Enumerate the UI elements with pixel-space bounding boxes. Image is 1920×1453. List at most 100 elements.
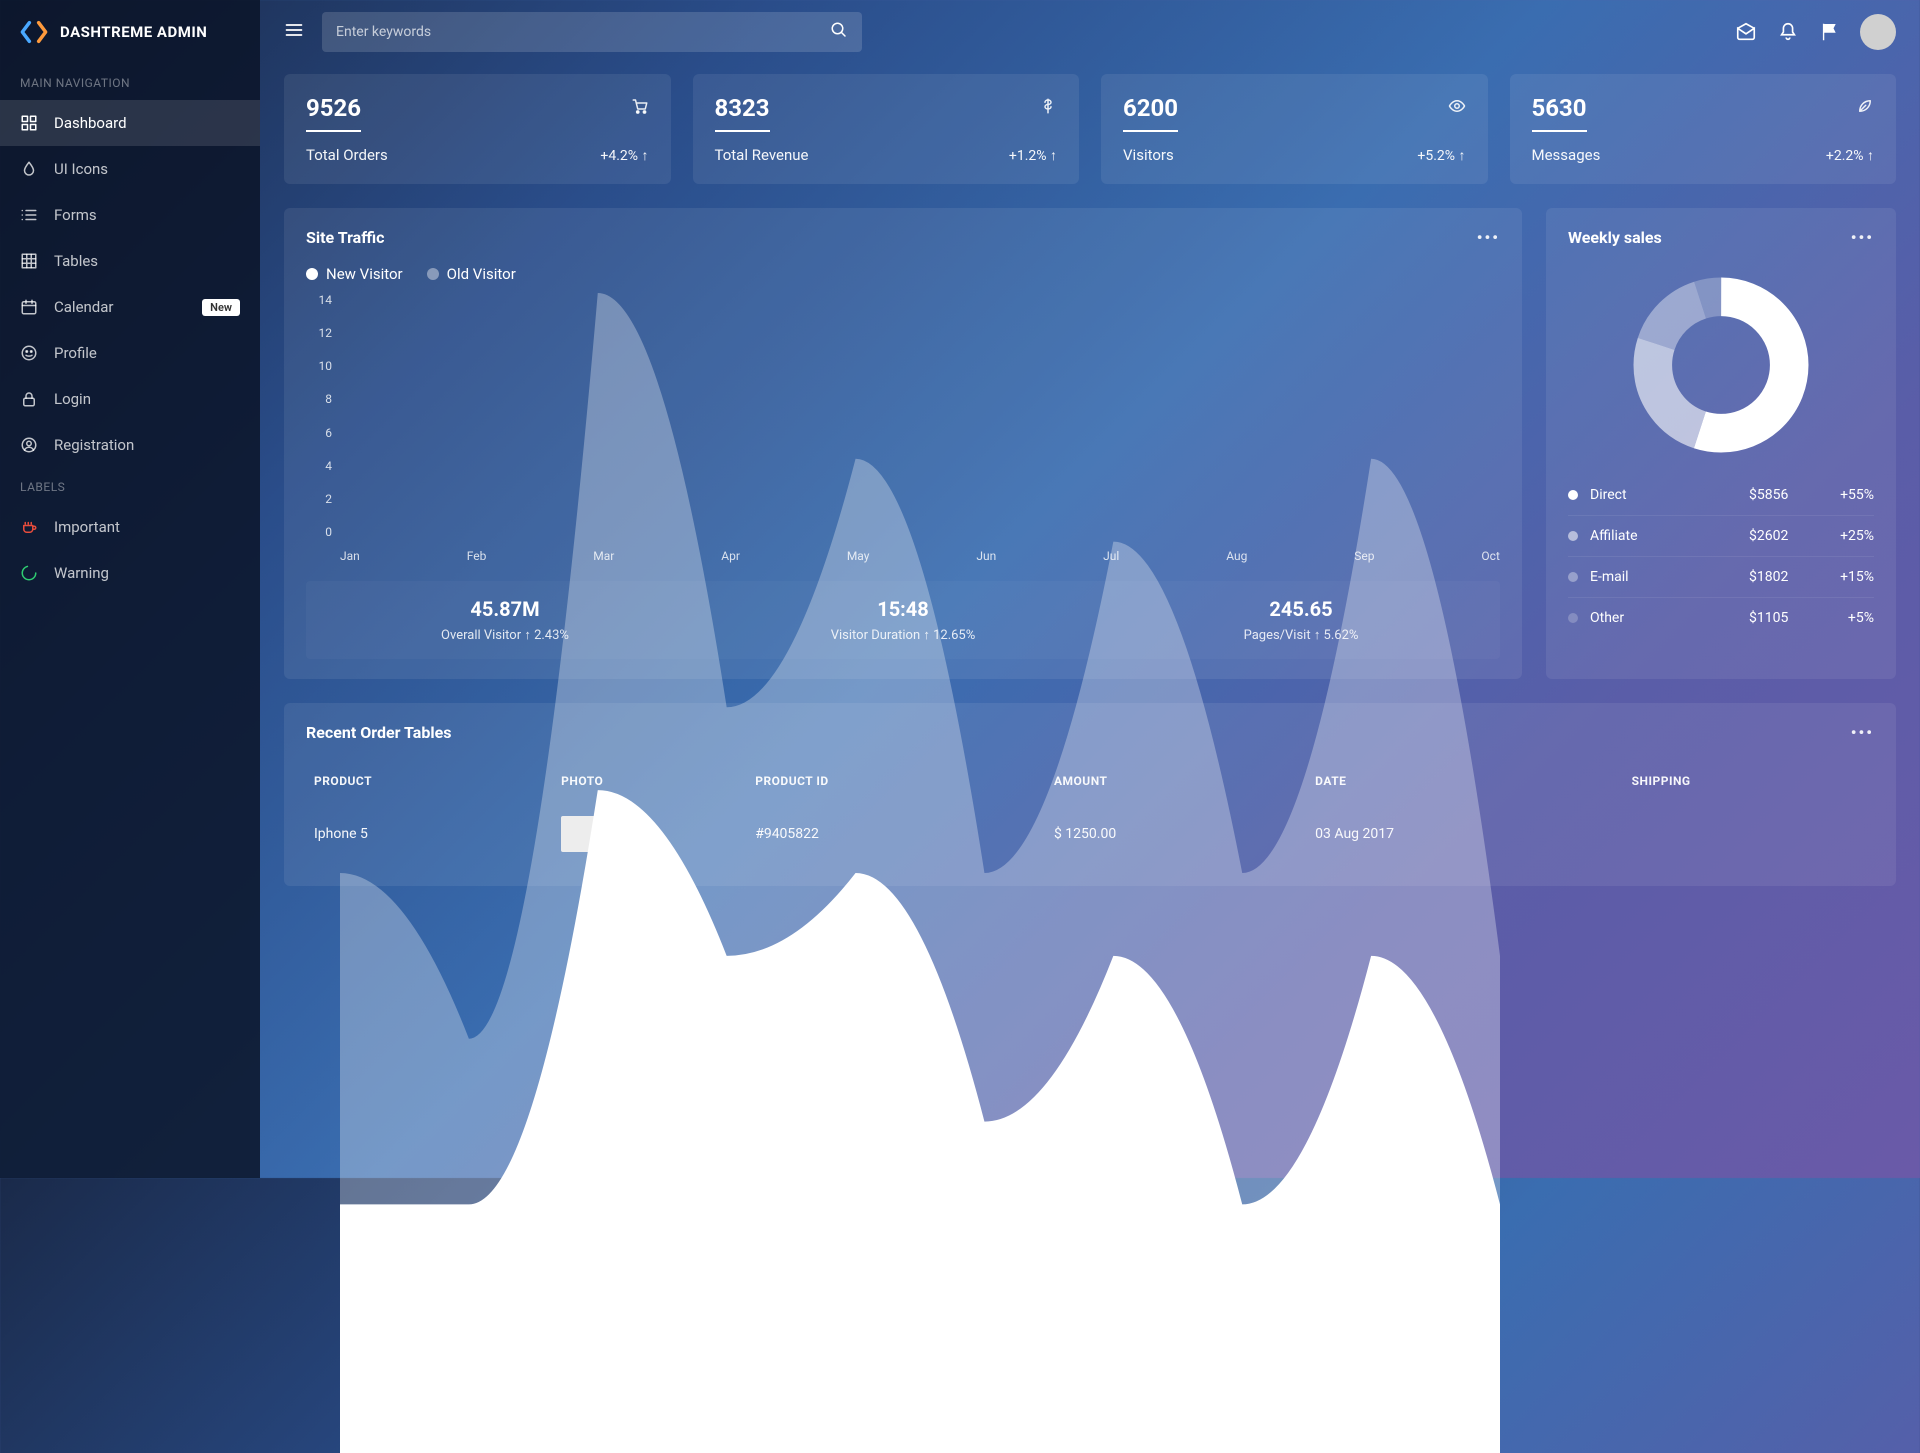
sales-delta: +5% <box>1819 610 1874 626</box>
sales-row: Direct$5856+55% <box>1568 475 1874 515</box>
traffic-chart: 14121086420 JanFebMarAprMayJunJulAugSepO… <box>306 293 1500 563</box>
traffic-legend: New Visitor Old Visitor <box>306 265 1500 283</box>
sidebar: DASHTREME ADMIN MAIN NAVIGATION Dashboar… <box>0 0 260 1178</box>
face-icon <box>20 344 38 362</box>
grid-icon <box>20 252 38 270</box>
sidebar-item-label: Login <box>54 390 91 408</box>
stats-row: 9526 Total Orders +4.2% ↑ 8323 Total Revenue… <box>284 74 1896 184</box>
menu-toggle-icon[interactable] <box>284 20 304 45</box>
topbar <box>260 0 1920 64</box>
sales-name: Affiliate <box>1590 528 1749 544</box>
site-traffic-panel: Site Traffic ••• New Visitor Old Visitor… <box>284 208 1522 679</box>
stat-delta: +5.2% ↑ <box>1417 147 1465 164</box>
sales-amount: $1802 <box>1749 569 1819 585</box>
sidebar-item-label: Dashboard <box>54 114 127 132</box>
sidebar-item-label: UI Icons <box>54 160 108 178</box>
stat-card-visitors: 6200 Visitors +5.2% ↑ <box>1101 74 1488 184</box>
stat-value: 6200 <box>1123 94 1178 122</box>
stat-label: Total Revenue <box>715 146 809 164</box>
sidebar-item-calendar[interactable]: Calendar New <box>0 284 260 330</box>
user-circle-icon <box>20 436 38 454</box>
sidebar-item-login[interactable]: Login <box>0 376 260 422</box>
stat-card-messages: 5630 Messages +2.2% ↑ <box>1510 74 1897 184</box>
legend-old: Old Visitor <box>447 265 516 283</box>
legend-new: New Visitor <box>326 265 403 283</box>
sales-amount: $2602 <box>1749 528 1819 544</box>
coffee-icon <box>20 518 38 536</box>
orders-more-icon[interactable]: ••• <box>1851 723 1874 742</box>
stat-delta: +4.2% ↑ <box>600 147 648 164</box>
stat-label: Messages <box>1532 146 1601 164</box>
sidebar-item-label: Important <box>54 518 120 536</box>
nav-badge: New <box>202 299 240 316</box>
sales-delta: +25% <box>1819 528 1874 544</box>
sidebar-item-label: Tables <box>54 252 98 270</box>
flag-icon[interactable] <box>1818 20 1842 44</box>
search-icon[interactable] <box>830 21 848 43</box>
sidebar-item-tables[interactable]: Tables <box>0 238 260 284</box>
stat-value: 9526 <box>306 94 361 122</box>
calendar-icon <box>20 298 38 316</box>
stat-label: Total Orders <box>306 146 388 164</box>
spinner-icon <box>20 564 38 582</box>
stat-label: Visitors <box>1123 146 1174 164</box>
sales-delta: +15% <box>1819 569 1874 585</box>
sidebar-label-warning[interactable]: Warning <box>0 550 260 596</box>
stat-card-total-orders: 9526 Total Orders +4.2% ↑ <box>284 74 671 184</box>
search-box[interactable] <box>322 12 862 52</box>
sidebar-item-label: Warning <box>54 564 109 582</box>
sales-donut-chart <box>1568 265 1874 475</box>
sidebar-item-label: Profile <box>54 344 97 362</box>
sales-more-icon[interactable]: ••• <box>1851 228 1874 247</box>
stat-delta: +2.2% ↑ <box>1826 147 1874 164</box>
leaf-icon <box>1856 96 1874 120</box>
cart-icon <box>631 96 649 120</box>
brand-logo-icon <box>20 18 48 46</box>
sales-row: E-mail$1802+15% <box>1568 556 1874 597</box>
sidebar-item-profile[interactable]: Profile <box>0 330 260 376</box>
sales-dot-icon <box>1568 490 1578 500</box>
dollar-icon <box>1039 96 1057 120</box>
traffic-more-icon[interactable]: ••• <box>1477 228 1500 247</box>
weekly-sales-panel: Weekly sales ••• Direct$5856+55% Affiliat… <box>1546 208 1896 679</box>
orders-col: SHIPPING <box>1624 760 1874 802</box>
stat-delta: +1.2% ↑ <box>1009 147 1057 164</box>
sidebar-item-ui-icons[interactable]: UI Icons <box>0 146 260 192</box>
dashboard-icon <box>20 114 38 132</box>
sales-delta: +55% <box>1819 487 1874 503</box>
nav-header-main: MAIN NAVIGATION <box>0 64 260 100</box>
sales-dot-icon <box>1568 531 1578 541</box>
bell-icon[interactable] <box>1776 20 1800 44</box>
sidebar-item-registration[interactable]: Registration <box>0 422 260 468</box>
sales-amount: $1105 <box>1749 610 1819 626</box>
sales-amount: $5856 <box>1749 487 1819 503</box>
sidebar-item-forms[interactable]: Forms <box>0 192 260 238</box>
stat-card-total-revenue: 8323 Total Revenue +1.2% ↑ <box>693 74 1080 184</box>
sales-name: E-mail <box>1590 569 1749 585</box>
brand-text: DASHTREME ADMIN <box>60 23 207 41</box>
sidebar-item-label: Forms <box>54 206 97 224</box>
eye-icon <box>1448 96 1466 120</box>
cell-shipping <box>1624 802 1874 866</box>
sales-dot-icon <box>1568 613 1578 623</box>
list-icon <box>20 206 38 224</box>
sidebar-label-important[interactable]: Important <box>0 504 260 550</box>
droplet-icon <box>20 160 38 178</box>
lock-icon <box>20 390 38 408</box>
avatar[interactable] <box>1860 14 1896 50</box>
sidebar-item-dashboard[interactable]: Dashboard <box>0 100 260 146</box>
sidebar-item-label: Registration <box>54 436 134 454</box>
sales-row: Other$1105+5% <box>1568 597 1874 638</box>
stat-value: 8323 <box>715 94 770 122</box>
sales-title: Weekly sales <box>1568 228 1662 247</box>
mail-icon[interactable] <box>1734 20 1758 44</box>
sales-name: Direct <box>1590 487 1749 503</box>
traffic-title: Site Traffic <box>306 228 384 247</box>
search-input[interactable] <box>336 24 830 40</box>
sales-dot-icon <box>1568 572 1578 582</box>
stat-value: 5630 <box>1532 94 1587 122</box>
brand: DASHTREME ADMIN <box>0 0 260 64</box>
nav-header-labels: LABELS <box>0 468 260 504</box>
sales-name: Other <box>1590 610 1749 626</box>
sidebar-item-label: Calendar <box>54 298 114 316</box>
